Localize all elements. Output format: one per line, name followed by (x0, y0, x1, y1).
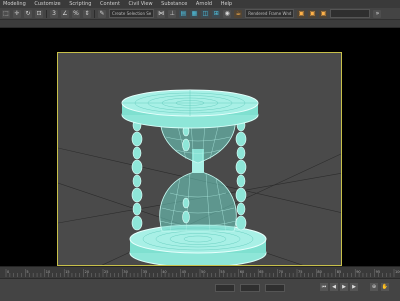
status-bar: ⏮ ◀ ▶ ▶ ⊕ ✋ (0, 278, 400, 301)
timeline-tick-label: 60 (240, 270, 244, 274)
timeline-tick-label: 30 (123, 270, 127, 274)
timeline-tick-label: 50 (201, 270, 205, 274)
timeline-tick-label: 100 (395, 270, 400, 274)
schematic-view-icon[interactable]: ⊞ (212, 9, 221, 18)
menu-item-civil-view[interactable]: Civil View (129, 0, 153, 8)
timeline-tick-label: 5 (26, 270, 28, 274)
ribbon-icon[interactable]: ▦ (190, 9, 199, 18)
menu-item-help[interactable]: Help (221, 0, 232, 8)
timeline-tick-label: 0 (7, 270, 9, 274)
rotate-icon[interactable]: ↻ (24, 9, 32, 18)
timeline-tick-label: 85 (337, 270, 341, 274)
timeline-tick-label: 75 (298, 270, 302, 274)
timeline-tick-label: 90 (356, 270, 360, 274)
timeline-tick-label: 15 (65, 270, 69, 274)
pan-view-icon[interactable]: ✋ (381, 283, 389, 291)
next-frame-icon[interactable]: ▶ (350, 283, 358, 291)
play-icon[interactable]: ▶ (340, 283, 348, 291)
timeline-tick-label: 45 (182, 270, 186, 274)
hourglass-wireframe (58, 89, 341, 265)
align-icon[interactable]: ⊥ (168, 9, 177, 18)
render-frame-window-icon[interactable]: ▣ (319, 9, 328, 18)
timeline-tick-label: 65 (259, 270, 263, 274)
main-toolbar: ⬚ ✛ ↻ ⊡ 3 ∠ % ⇕ ✎ Create Selection Se ⋈ … (0, 8, 400, 20)
render-iterative-icon[interactable]: ▣ (308, 9, 317, 18)
spinner-snap-icon[interactable]: ⇕ (83, 9, 91, 18)
go-to-start-icon[interactable]: ⏮ (320, 283, 328, 291)
hourglass-bottom-bulb (159, 170, 237, 232)
pillar-right (235, 118, 247, 231)
percent-snap-icon[interactable]: % (72, 9, 80, 18)
pillar-left (131, 118, 143, 231)
timeline-tick-label: 80 (317, 270, 321, 274)
layer-explorer-icon[interactable]: ▤ (179, 9, 188, 18)
menu-item-arnold[interactable]: Arnold (196, 0, 212, 8)
y-coordinate-field[interactable] (240, 284, 260, 292)
render-setup-icon[interactable]: ☕ (234, 9, 243, 18)
timeline-tick-label: 35 (143, 270, 147, 274)
toolbar-divider (46, 9, 47, 18)
select-object-icon[interactable]: ⬚ (2, 9, 10, 18)
timeline-tick-label: 25 (104, 270, 108, 274)
snap-icon[interactable]: 3 (50, 9, 58, 18)
menu-item-content[interactable]: Content (100, 0, 120, 8)
previous-frame-icon[interactable]: ◀ (330, 283, 338, 291)
x-coordinate-field[interactable] (215, 284, 235, 292)
timeline-tick-label: 20 (85, 270, 89, 274)
secondary-toolbar (0, 20, 400, 28)
scale-icon[interactable]: ⊡ (35, 9, 43, 18)
render-preset-dropdown[interactable]: Rendered Frame Wnd (245, 9, 295, 18)
timeline-tick-label: 10 (46, 270, 50, 274)
menu-item-customize[interactable]: Customize (34, 0, 60, 8)
timeline-tick-label: 55 (220, 270, 224, 274)
z-coordinate-field[interactable] (265, 284, 285, 292)
timeline-tick-label: 95 (376, 270, 380, 274)
menu-item-modeling[interactable]: Modeling (3, 0, 26, 8)
timeline-tick-label: 70 (279, 270, 283, 274)
search-field[interactable] (330, 9, 371, 18)
hourglass-top-cap (121, 89, 259, 129)
timeline-tick-label: 40 (162, 270, 166, 274)
move-icon[interactable]: ✛ (13, 9, 21, 18)
menu-item-substance[interactable]: Substance (161, 0, 187, 8)
material-editor-icon[interactable]: ◉ (223, 9, 232, 18)
edit-named-selection-icon[interactable]: ✎ (98, 9, 106, 18)
zoom-extents-icon[interactable]: ⊕ (370, 283, 378, 291)
mirror-icon[interactable]: ⋈ (157, 9, 166, 18)
menu-bar: Modeling Customize Scripting Content Civ… (0, 0, 400, 8)
render-production-icon[interactable]: ▣ (297, 9, 306, 18)
toolbar-divider (94, 9, 95, 18)
expand-toolbar-icon[interactable]: » (373, 9, 382, 18)
angle-snap-icon[interactable]: ∠ (61, 9, 69, 18)
named-selection-dropdown[interactable]: Create Selection Se (109, 9, 155, 18)
viewport-area (0, 28, 400, 266)
menu-item-scripting[interactable]: Scripting (69, 0, 91, 8)
perspective-viewport[interactable] (57, 52, 342, 266)
curve-editor-icon[interactable]: ◫ (201, 9, 210, 18)
